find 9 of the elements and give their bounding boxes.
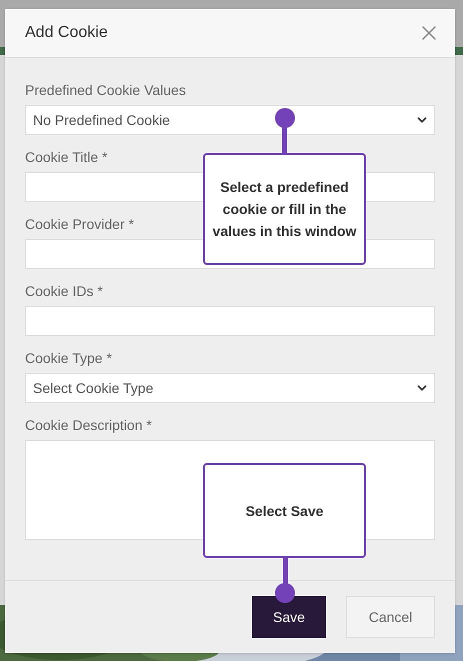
field-label: Cookie Description * bbox=[25, 416, 152, 435]
field-label: Cookie IDs * bbox=[25, 282, 103, 301]
dialog-title: Add Cookie bbox=[25, 23, 108, 43]
callout-tooltip: Select a predefined cookie or fill in the values in this window bbox=[203, 153, 366, 265]
field-label: Cookie Type * bbox=[25, 349, 112, 368]
field-label: Cookie Provider * bbox=[25, 215, 134, 234]
callout-tooltip: Select Save bbox=[203, 463, 366, 558]
field-label: Predefined Cookie Values bbox=[25, 81, 186, 100]
field-label: Cookie Title * bbox=[25, 148, 108, 167]
